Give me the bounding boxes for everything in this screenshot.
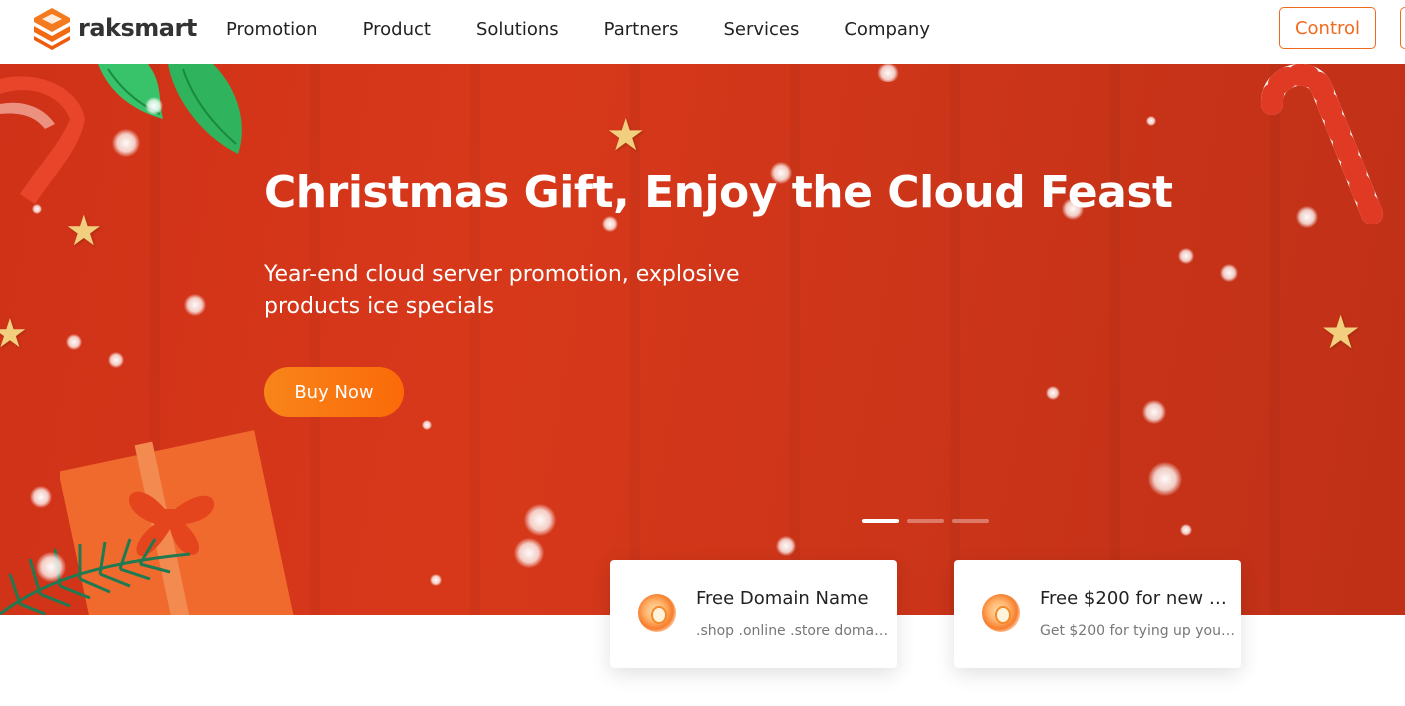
hero-title: Christmas Gift, Enjoy the Cloud Feast <box>264 167 1173 218</box>
snowflake-icon <box>30 486 52 508</box>
feature-card-description: .shop .online .store domain... <box>696 623 891 639</box>
snowflake-icon <box>1180 524 1192 536</box>
carousel-indicators <box>862 519 997 523</box>
snowflake-icon <box>1296 206 1318 228</box>
carousel-dot-1[interactable] <box>862 519 899 523</box>
nav-item-product[interactable]: Product <box>363 19 431 40</box>
sign-in-button-partial[interactable] <box>1400 7 1405 49</box>
snowflake-icon <box>430 574 442 586</box>
buy-now-button[interactable]: Buy Now <box>264 367 404 417</box>
carousel-dot-2[interactable] <box>907 519 944 523</box>
domain-icon <box>638 594 676 632</box>
raksmart-logo[interactable]: raksmart <box>32 6 197 50</box>
snowflake-icon <box>66 334 82 350</box>
snowflake-icon <box>36 552 66 582</box>
star-icon: ★ <box>0 311 28 357</box>
snowflake-icon <box>602 216 618 232</box>
site-header: raksmart Promotion Product Solutions Par… <box>0 0 1405 64</box>
nav-item-company[interactable]: Company <box>844 19 930 40</box>
star-icon: ★ <box>1320 305 1362 359</box>
snowflake-icon <box>524 504 556 536</box>
snowflake-icon <box>184 294 206 316</box>
hero-banner: ★ ★ ★ ★ Christmas Gift, Enjoy the Cloud … <box>0 64 1405 615</box>
star-icon: ★ <box>606 110 646 161</box>
control-button[interactable]: Control <box>1279 7 1376 49</box>
hero-subtitle: Year-end cloud server promotion, explosi… <box>264 262 740 319</box>
snowflake-icon <box>1178 248 1194 264</box>
feature-card-title: Free Domain Name <box>696 588 869 609</box>
snowflake-icon <box>1148 462 1182 496</box>
snowflake-icon <box>1146 116 1156 126</box>
feature-card-new-user[interactable]: Free $200 for new users Get $200 for tyi… <box>954 560 1241 668</box>
snowflake-icon <box>1142 400 1166 424</box>
snowflake-icon <box>876 64 900 82</box>
candy-cane-icon <box>1261 64 1383 224</box>
snowflake-icon <box>112 129 140 157</box>
feature-card-title: Free $200 for new users <box>1040 588 1230 609</box>
snowflake-icon <box>1046 386 1060 400</box>
star-icon: ★ <box>65 206 103 255</box>
logo-mark-icon <box>34 8 70 50</box>
main-nav: Promotion Product Solutions Partners Ser… <box>226 0 975 58</box>
gift-icon <box>982 594 1020 632</box>
snowflake-icon <box>32 204 42 214</box>
feature-card-domain[interactable]: Free Domain Name .shop .online .store do… <box>610 560 897 668</box>
carousel-dot-3[interactable] <box>952 519 989 523</box>
snowflake-icon <box>776 536 796 556</box>
snowflake-icon <box>514 538 544 568</box>
ribbon-decoration-icon <box>0 76 85 204</box>
nav-item-partners[interactable]: Partners <box>604 19 679 40</box>
logo-text: raksmart <box>78 14 197 42</box>
nav-item-promotion[interactable]: Promotion <box>226 19 318 40</box>
snowflake-icon <box>108 352 124 368</box>
nav-item-solutions[interactable]: Solutions <box>476 19 559 40</box>
snowflake-icon <box>145 97 163 115</box>
snowflake-icon <box>422 420 432 430</box>
nav-item-services[interactable]: Services <box>723 19 799 40</box>
snowflake-icon <box>1220 264 1238 282</box>
feature-card-description: Get $200 for tying up your account <box>1040 623 1235 639</box>
pine-branch-icon <box>0 538 191 615</box>
